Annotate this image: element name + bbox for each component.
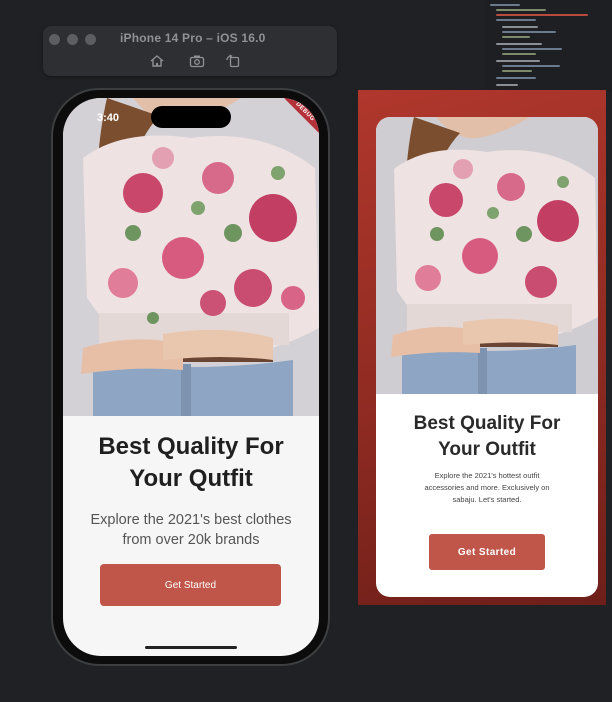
preview-subtitle-line2: accessories and more. Exclusively on xyxy=(424,483,550,492)
page-subtitle: Explore the 2021's best clothes from ove… xyxy=(63,510,319,550)
debug-banner: DEBUG xyxy=(275,98,319,142)
preview-get-started-button[interactable]: Get Started xyxy=(429,534,545,570)
hero-image xyxy=(63,98,319,416)
preview-title-line1: Best Quality For xyxy=(413,413,561,434)
preview-title: Best Quality For Your Outfit xyxy=(376,411,598,463)
preview-subtitle-line1: Explore the 2021's hottest outfit xyxy=(434,471,540,480)
close-window-button[interactable] xyxy=(49,34,60,45)
page-subtitle-line1: Explore the 2021's best clothes xyxy=(90,512,292,528)
preview-hero-image xyxy=(376,117,598,394)
page-title-line1: Best Quality For xyxy=(98,433,284,460)
preview-subtitle-line3: sabaju. Let's started. xyxy=(452,495,522,504)
dynamic-island xyxy=(151,106,231,128)
home-icon[interactable] xyxy=(149,54,165,68)
page-subtitle-line2: from over 20k brands xyxy=(122,532,260,548)
zoom-window-button[interactable] xyxy=(85,34,96,45)
app-screen: 3:40 DEBUG Best Quality For Your Qutfit … xyxy=(63,98,319,656)
simulator-title: iPhone 14 Pro – iOS 16.0 xyxy=(120,31,266,45)
screenshot-icon[interactable] xyxy=(189,54,205,68)
design-preview-card: Best Quality For Your Outfit Explore the… xyxy=(376,117,598,597)
code-editor-strip xyxy=(486,0,612,92)
home-indicator[interactable] xyxy=(145,646,237,649)
page-title: Best Quality For Your Qutfit xyxy=(63,431,319,495)
minimize-window-button[interactable] xyxy=(67,34,78,45)
get-started-button[interactable]: Get Started xyxy=(100,564,281,606)
simulator-toolbar: iPhone 14 Pro – iOS 16.0 xyxy=(43,26,337,76)
preview-subtitle: Explore the 2021's hottest outfit access… xyxy=(376,470,598,506)
status-time: 3:40 xyxy=(97,112,120,124)
debug-banner-label: DEBUG xyxy=(280,98,319,137)
page-title-line2: Your Qutfit xyxy=(129,465,253,492)
preview-title-line2: Your Outfit xyxy=(438,439,536,460)
rotate-icon[interactable] xyxy=(225,54,241,68)
